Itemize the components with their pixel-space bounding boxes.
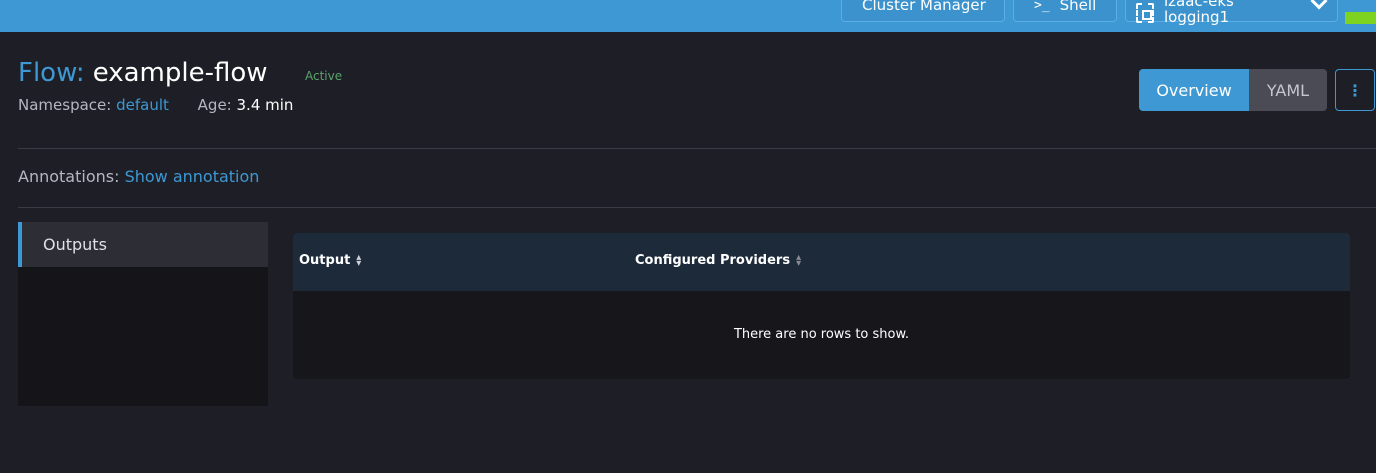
overview-button[interactable]: Overview [1139,69,1249,111]
resource-name: example-flow [92,58,268,88]
yaml-button[interactable]: YAML [1249,69,1327,111]
tab-outputs-label: Outputs [43,235,107,254]
show-annotation-link[interactable]: Show annotation [125,167,260,186]
namespace-label: Namespace: [18,96,112,114]
outputs-table: Output ▴ ▾ Configured Providers ▴ ▾ There … [293,233,1350,379]
column-header-output[interactable]: Output ▴ ▾ [299,251,362,269]
age-value: 3.4 min [236,96,294,114]
resource-meta: Namespace: default Age: 3.4 min [18,96,293,114]
empty-table-message: There are no rows to show. [733,327,910,342]
cluster-manager-label: Cluster Manager [862,0,986,14]
annotations-row: Annotations: Show annotation [18,167,259,186]
namespace-link[interactable]: default [116,96,169,114]
chevron-down-icon [1310,0,1328,10]
shell-label: Shell [1059,0,1097,14]
resource-type-label: Flow: [18,58,85,88]
side-tabs: Outputs [18,222,268,406]
column-header-output-label: Output [299,253,351,268]
more-vertical-icon: ⋮ [1347,80,1363,100]
cluster-context-selector[interactable]: izaac-eks logging1 [1125,0,1338,25]
sort-icon: ▴ ▾ [356,251,362,269]
page-title: Flow: example-flow [18,58,268,88]
tab-outputs[interactable]: Outputs [18,222,268,267]
sort-icon: ▴ ▾ [796,251,802,269]
actions-menu-button[interactable]: ⋮ [1335,69,1375,111]
table-header: Output ▴ ▾ Configured Providers ▴ ▾ [293,233,1350,291]
status-badge: Active [305,69,343,83]
cluster-context-sub: logging1 [1164,8,1230,26]
column-header-providers-label: Configured Providers [635,253,791,268]
status-strip [1345,12,1376,24]
age-label: Age: [197,96,232,114]
shell-button[interactable]: >_ Shell [1013,0,1117,22]
annotations-label: Annotations: [18,167,120,186]
column-header-configured-providers[interactable]: Configured Providers ▴ ▾ [635,251,802,269]
cluster-icon [1136,3,1154,23]
terminal-icon: >_ [1034,0,1050,13]
view-toggle: Overview YAML [1139,69,1327,111]
cluster-context-text: izaac-eks logging1 [1164,0,1234,25]
cluster-manager-button[interactable]: Cluster Manager [841,0,1005,22]
header-divider [18,148,1376,149]
top-bar: Cluster Manager >_ Shell izaac-eks loggi… [0,0,1376,32]
